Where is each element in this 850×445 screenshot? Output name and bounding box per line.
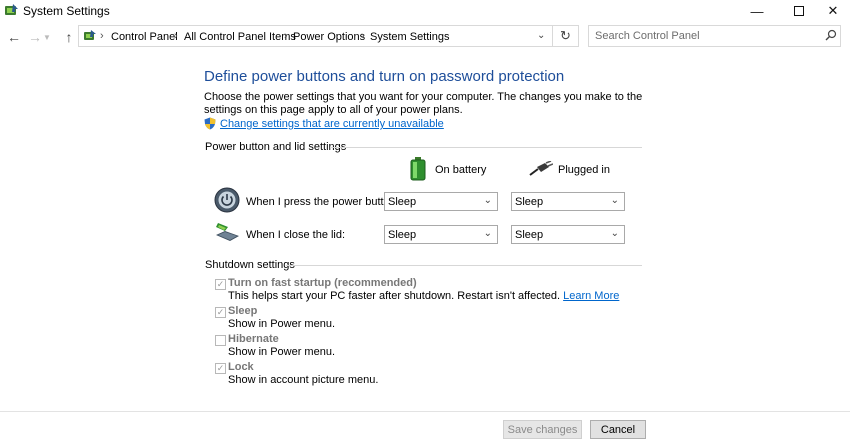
back-arrow-icon[interactable]: ← [5, 28, 23, 46]
page-title: Define power buttons and turn on passwor… [204, 68, 565, 85]
fast-startup-title: Turn on fast startup (recommended) [228, 277, 417, 289]
refresh-icon[interactable]: ↻ [553, 25, 579, 47]
close-icon[interactable]: ✕ [810, 0, 850, 22]
close-lid-label: When I close the lid: [246, 229, 346, 241]
search-input[interactable] [589, 26, 815, 46]
chevron-down-icon: ⌄ [483, 228, 492, 239]
chevron-right-icon[interactable]: › [174, 30, 178, 42]
lock-desc: Show in account picture menu. [228, 374, 379, 386]
footer-divider [0, 411, 850, 412]
fast-startup-checkbox[interactable]: ✓ [215, 279, 226, 290]
section-divider [330, 147, 642, 148]
select-value: Sleep [515, 229, 544, 241]
chevron-right-icon[interactable]: › [100, 30, 104, 42]
plug-icon [529, 160, 554, 177]
lock-checkbox[interactable]: ✓ [215, 363, 226, 374]
select-value: Sleep [388, 196, 417, 208]
lock-title: Lock [228, 361, 254, 373]
sleep-title: Sleep [228, 305, 258, 317]
battery-icon [410, 157, 426, 181]
change-settings-link[interactable]: Change settings that are currently unava… [220, 118, 444, 130]
section-divider [286, 265, 642, 266]
col-on-battery: On battery [435, 164, 487, 176]
breadcrumb-system-settings[interactable]: System Settings [370, 31, 449, 43]
shutdown-section-title: Shutdown settings [205, 259, 295, 271]
minimize-icon[interactable]: — [734, 0, 780, 22]
power-button-plugged-select[interactable]: Sleep ⌄ [511, 192, 625, 211]
search-icon[interactable] [825, 29, 837, 44]
uac-shield-icon [204, 117, 216, 130]
window-title: System Settings [23, 4, 110, 18]
title-bar: System Settings — ✕ [0, 0, 850, 22]
hibernate-desc: Show in Power menu. [228, 346, 335, 358]
fast-startup-desc-text: This helps start your PC faster after sh… [228, 290, 561, 302]
chevron-right-icon[interactable]: › [284, 30, 288, 42]
up-arrow-icon[interactable]: ↑ [60, 28, 78, 46]
cancel-button[interactable]: Cancel [590, 420, 646, 439]
power-options-icon [4, 3, 19, 18]
power-button-icon [214, 187, 240, 213]
control-panel-icon [83, 29, 97, 43]
hibernate-checkbox[interactable] [215, 335, 226, 346]
history-dropdown-icon[interactable]: ▼ [42, 28, 52, 46]
select-value: Sleep [515, 196, 544, 208]
col-plugged-in: Plugged in [558, 164, 610, 176]
select-value: Sleep [388, 229, 417, 241]
sleep-checkbox[interactable]: ✓ [215, 307, 226, 318]
breadcrumb-control-panel[interactable]: Control Panel [111, 31, 178, 43]
close-lid-battery-select[interactable]: Sleep ⌄ [384, 225, 498, 244]
breadcrumb-power-options[interactable]: Power Options [293, 31, 365, 43]
fast-startup-desc: This helps start your PC faster after sh… [228, 290, 619, 302]
laptop-lid-icon [214, 221, 241, 245]
sleep-desc: Show in Power menu. [228, 318, 335, 330]
chevron-down-icon[interactable]: ⌄ [537, 30, 545, 41]
hibernate-title: Hibernate [228, 333, 279, 345]
learn-more-link[interactable]: Learn More [563, 290, 619, 302]
power-button-label: When I press the power button: [246, 196, 399, 208]
address-bar[interactable]: › Control Panel › All Control Panel Item… [78, 25, 553, 47]
breadcrumb-all-items[interactable]: All Control Panel Items [184, 31, 296, 43]
chevron-down-icon: ⌄ [610, 228, 619, 239]
power-button-battery-select[interactable]: Sleep ⌄ [384, 192, 498, 211]
power-section-title: Power button and lid settings [205, 141, 347, 153]
close-lid-plugged-select[interactable]: Sleep ⌄ [511, 225, 625, 244]
page-description: Choose the power settings that you want … [204, 91, 643, 116]
chevron-down-icon: ⌄ [483, 195, 492, 206]
search-box[interactable] [588, 25, 841, 47]
chevron-right-icon[interactable]: › [361, 30, 365, 42]
chevron-down-icon: ⌄ [610, 195, 619, 206]
save-changes-button[interactable]: Save changes [503, 420, 582, 439]
